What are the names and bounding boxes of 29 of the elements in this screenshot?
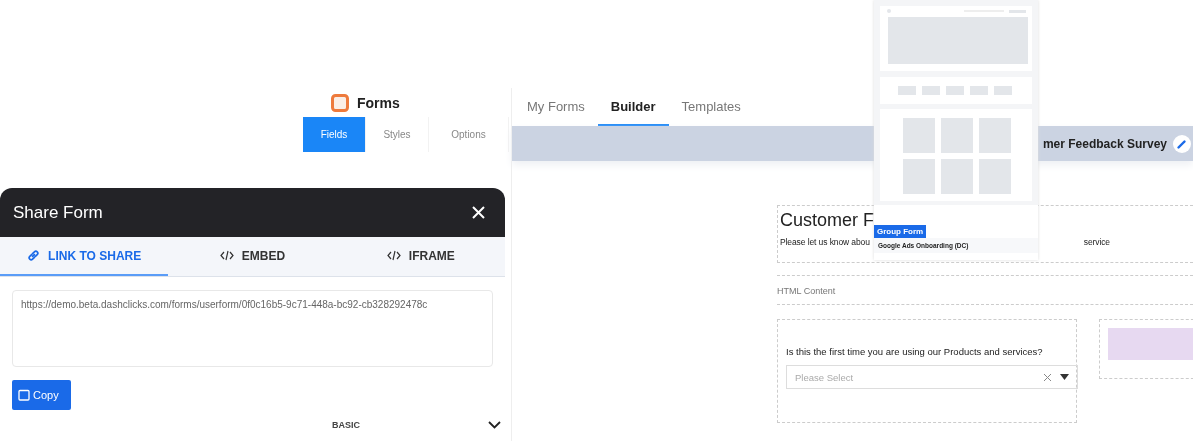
nav-tab[interactable]: My Forms xyxy=(514,88,598,126)
html-content-label: HTML Content xyxy=(777,286,836,296)
copy-button[interactable]: Copy xyxy=(12,380,71,410)
link-field[interactable]: https://demo.beta.dashclicks.com/forms/userform/0f0c16b5-9c71-448a-bc92-cb328292478c xyxy=(12,290,493,367)
nav-tab[interactable]: Templates xyxy=(668,88,754,126)
form-description: service xyxy=(1083,237,1110,247)
form-heading: Customer F xyxy=(780,210,875,231)
close-button[interactable] xyxy=(472,206,485,219)
form-title: mer Feedback Survey xyxy=(1042,136,1167,151)
app-title: Forms xyxy=(357,94,400,111)
form-logo-icon xyxy=(331,93,349,112)
form-description: Please let us know abou xyxy=(780,237,870,247)
code-icon xyxy=(386,250,401,261)
template-badge: Group Form xyxy=(874,225,927,238)
dropdown-arrow-icon[interactable] xyxy=(1060,374,1069,380)
question-label: Is this the first time you are using our Products and services? xyxy=(786,346,1044,357)
chevron-down-icon[interactable] xyxy=(488,421,501,429)
share-tab[interactable]: IFRAME xyxy=(336,237,505,276)
share-tab[interactable]: LINK TO SHARE xyxy=(0,237,169,276)
clear-icon[interactable] xyxy=(1043,372,1052,382)
share-tab[interactable]: EMBED xyxy=(168,237,337,276)
select-field[interactable]: Please Select xyxy=(786,365,1078,389)
link-icon xyxy=(27,249,41,262)
sidebar-tab[interactable]: Fields xyxy=(303,117,366,152)
code-icon xyxy=(219,250,234,261)
dialog-title: Share Form xyxy=(13,202,103,223)
edit-icon[interactable] xyxy=(1173,134,1191,153)
copy-icon xyxy=(18,389,30,401)
section-label: BASIC xyxy=(332,420,360,430)
